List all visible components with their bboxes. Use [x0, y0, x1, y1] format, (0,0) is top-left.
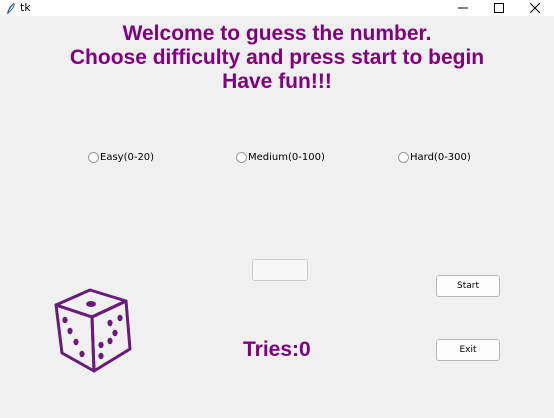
main-content: Welcome to guess the number. Choose diff… [0, 16, 554, 418]
minimize-button[interactable] [446, 0, 480, 16]
feather-icon [6, 2, 16, 14]
maximize-button[interactable] [482, 0, 516, 16]
radio-button-circle[interactable] [398, 151, 409, 163]
welcome-message: Welcome to guess the number. Choose diff… [0, 22, 554, 94]
close-button[interactable] [518, 0, 552, 16]
guess-input[interactable] [252, 259, 308, 281]
welcome-line-3: Have fun!!! [222, 70, 332, 93]
start-button[interactable]: Start [436, 275, 500, 297]
difficulty-label-hard: Hard(0-300) [410, 151, 471, 163]
welcome-line-1: Welcome to guess the number. [122, 22, 432, 45]
difficulty-radio-medium[interactable]: Medium(0-100) [236, 150, 325, 164]
minimize-icon [458, 7, 468, 9]
difficulty-label-easy: Easy(0-20) [100, 151, 155, 163]
difficulty-radio-hard[interactable]: Hard(0-300) [398, 150, 471, 164]
exit-button[interactable]: Exit [436, 339, 500, 361]
tries-label: Tries: [243, 338, 300, 361]
radio-button-circle[interactable] [88, 151, 99, 163]
dice-icon [54, 288, 132, 373]
difficulty-label-medium: Medium(0-100) [248, 151, 325, 163]
maximize-icon [494, 3, 504, 13]
difficulty-radio-easy[interactable]: Easy(0-20) [88, 150, 154, 164]
title-bar[interactable]: tk [0, 0, 554, 16]
app-window: tk Welcome to guess the number. Choose d… [0, 0, 554, 418]
close-icon [530, 3, 540, 13]
window-title: tk [20, 1, 31, 14]
tries-value: 0 [299, 338, 311, 361]
tries-counter: Tries:0 [243, 338, 311, 362]
welcome-line-2: Choose difficulty and press start to beg… [69, 46, 485, 69]
radio-button-circle[interactable] [236, 151, 247, 163]
